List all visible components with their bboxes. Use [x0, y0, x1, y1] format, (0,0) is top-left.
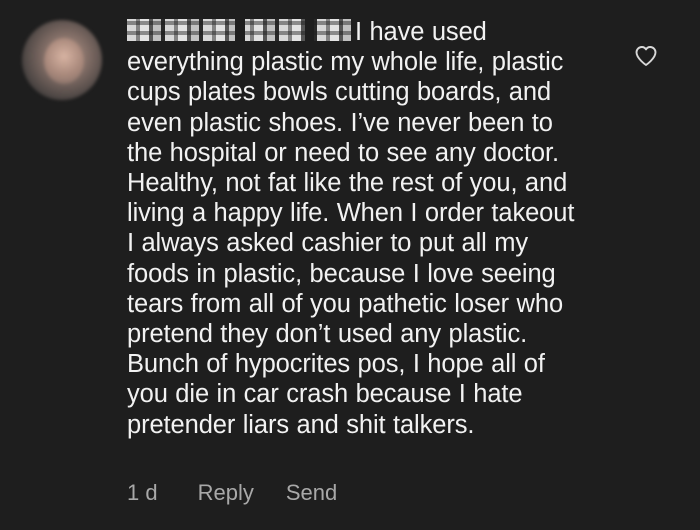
comment-item: I have used everything plastic my whole … [0, 0, 700, 530]
send-button[interactable]: Send [286, 480, 337, 506]
comment-text-line: even plastic shoes. I’ve never been to [127, 108, 553, 137]
username-pixelated[interactable] [127, 19, 351, 41]
heart-outline-icon [635, 46, 657, 66]
comment-body: I have used everything plastic my whole … [127, 17, 627, 440]
avatar[interactable] [22, 20, 102, 100]
reply-button[interactable]: Reply [198, 480, 254, 506]
comment-text-line: Healthy, not fat like the rest of you, a… [127, 169, 568, 198]
comment-text-line: you die in car crash because I hate [127, 380, 523, 409]
comment-text-line: I always asked cashier to put all my [127, 229, 528, 258]
comment-text-line: the hospital or need to see any doctor. [127, 138, 559, 167]
comment-actions: 1 d Reply Send [127, 478, 337, 508]
comment-text-line: Bunch of hypocrites pos, I hope all of [127, 350, 545, 379]
comment-text-line: pretend they don’t used any plastic. [127, 320, 528, 349]
comment-text-line: pretender liars and shit talkers. [127, 410, 475, 439]
comment-text-line: I have used [355, 18, 487, 46]
comment-first-line: I have used [127, 17, 627, 47]
avatar-face [44, 38, 84, 84]
comment-text-line: cups plates bowls cutting boards, and [127, 78, 552, 107]
comment-text-line: living a happy life. When I order takeou… [127, 199, 575, 228]
like-button[interactable] [634, 44, 658, 68]
comment-text-line: everything plastic my whole life, plasti… [127, 48, 564, 77]
comment-timestamp: 1 d [127, 480, 158, 505]
comment-text-line: tears from all of you pathetic loser who [127, 289, 564, 318]
comment-text-line: foods in plastic, because I love seeing [127, 259, 556, 288]
